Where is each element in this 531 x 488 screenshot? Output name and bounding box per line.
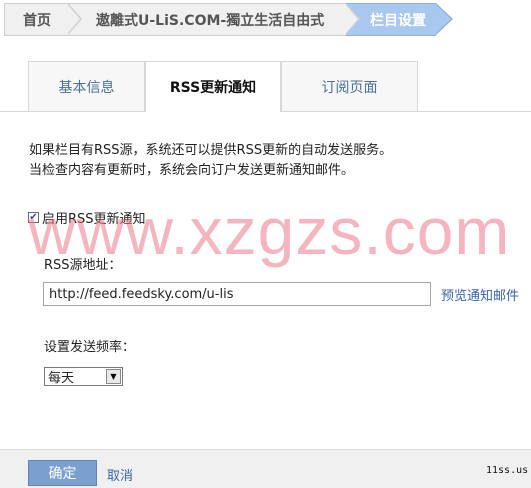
- description: 如果栏目有RSS源，系统还可以提供RSS更新的自动发送服务。 当检查内容有更新时…: [29, 141, 392, 181]
- preview-email-link[interactable]: 预览通知邮件: [441, 285, 519, 304]
- frequency-label: 设置发送频率：: [44, 340, 136, 355]
- breadcrumb-site[interactable]: 遨離式U-LiS.COM-獨立生活自由式: [68, 3, 346, 36]
- cancel-link[interactable]: 取消: [107, 465, 133, 484]
- breadcrumb-current-arrow-icon: [435, 4, 451, 34]
- breadcrumb-separator-icon: [67, 4, 80, 34]
- description-line-1: 如果栏目有RSS源，系统还可以提供RSS更新的自动发送服务。: [29, 143, 393, 158]
- frequency-select[interactable]: 每天 ▼: [44, 367, 123, 386]
- tab-basic-info[interactable]: 基本信息: [28, 61, 145, 111]
- frequency-selected-value: 每天: [48, 371, 75, 386]
- breadcrumb: 首页 遨離式U-LiS.COM-獨立生活自由式 栏目设置: [0, 0, 531, 40]
- watermark-small-text: 11ss.us: [486, 465, 529, 476]
- tab-subscribe-page[interactable]: 订阅页面: [281, 61, 418, 111]
- rss-url-input[interactable]: [43, 282, 431, 306]
- enable-rss-checkbox[interactable]: ✔: [28, 212, 39, 223]
- breadcrumb-home[interactable]: 首页: [4, 3, 68, 36]
- rss-url-label: RSS源地址：: [44, 258, 122, 273]
- description-line-2: 当检查内容有更新时，系统会向订户发送更新通知邮件。: [29, 163, 355, 178]
- enable-rss-label: 启用RSS更新通知: [42, 212, 146, 227]
- tab-bar: 基本信息 RSS更新通知 订阅页面: [0, 61, 531, 112]
- ok-button[interactable]: 确定: [28, 460, 97, 486]
- chevron-down-icon[interactable]: ▼: [106, 369, 121, 384]
- enable-rss-option[interactable]: ✔ 启用RSS更新通知: [28, 208, 146, 227]
- tab-rss-notification[interactable]: RSS更新通知: [145, 61, 281, 112]
- breadcrumb-separator-icon: [345, 4, 358, 34]
